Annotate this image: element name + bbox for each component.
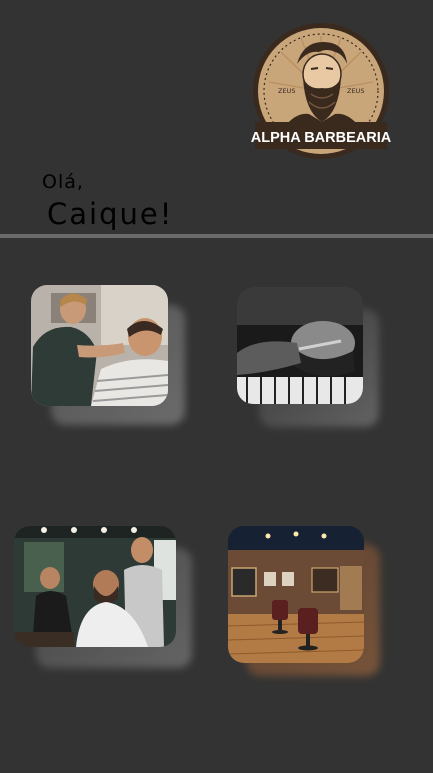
haircut-photo bbox=[31, 285, 168, 406]
header-divider bbox=[0, 234, 433, 238]
greeting-hello: Olá, bbox=[42, 171, 84, 193]
svg-text:ALPHA BARBEARIA: ALPHA BARBEARIA bbox=[251, 130, 391, 146]
beard-trim-photo bbox=[237, 287, 363, 404]
service-tile-interior[interactable] bbox=[228, 526, 380, 676]
alpha-barbearia-logo: ZEUS ZEUS ALPHA BARBEARIA bbox=[251, 22, 391, 160]
svg-text:ZEUS: ZEUS bbox=[347, 87, 364, 95]
home-screen: ZEUS ZEUS ALPHA BARBEARIA Olá, Caique! bbox=[0, 0, 433, 773]
service-tile-haircut[interactable] bbox=[31, 285, 185, 425]
service-tile-barbers[interactable] bbox=[14, 526, 192, 668]
barbers-at-work-photo bbox=[14, 526, 176, 647]
svg-text:ZEUS: ZEUS bbox=[278, 87, 295, 95]
barbershop-interior-photo bbox=[228, 526, 364, 663]
greeting-user-name: Caique! bbox=[47, 197, 174, 231]
service-tile-beard-trim[interactable] bbox=[237, 287, 379, 427]
